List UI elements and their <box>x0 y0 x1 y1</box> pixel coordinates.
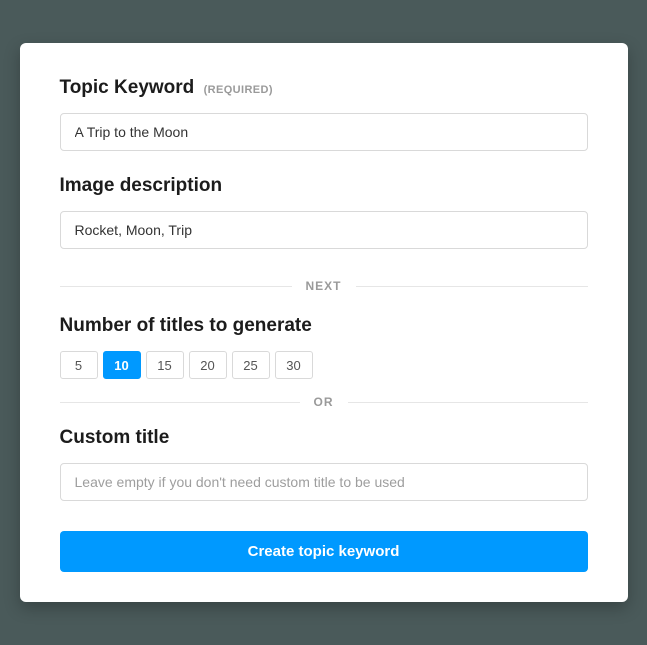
titles-count-group: Number of titles to generate 51015202530 <box>60 315 588 379</box>
titles-count-options: 51015202530 <box>60 351 588 379</box>
topic-keyword-input[interactable] <box>60 113 588 151</box>
titles-count-option-20[interactable]: 20 <box>189 351 227 379</box>
custom-title-label: Custom title <box>60 427 588 449</box>
create-topic-keyword-button[interactable]: Create topic keyword <box>60 531 588 572</box>
required-tag: (REQUIRED) <box>204 84 273 96</box>
topic-keyword-label-text: Topic Keyword <box>60 77 195 98</box>
image-description-label: Image description <box>60 175 588 197</box>
custom-title-input[interactable] <box>60 463 588 501</box>
topic-keyword-group: Topic Keyword (REQUIRED) <box>60 77 588 151</box>
image-description-group: Image description <box>60 175 588 249</box>
titles-count-option-15[interactable]: 15 <box>146 351 184 379</box>
titles-count-option-5[interactable]: 5 <box>60 351 98 379</box>
topic-keyword-label: Topic Keyword (REQUIRED) <box>60 77 588 99</box>
titles-count-option-30[interactable]: 30 <box>275 351 313 379</box>
or-divider: OR <box>60 395 588 409</box>
next-divider-label: NEXT <box>292 279 356 293</box>
or-divider-label: OR <box>300 395 348 409</box>
titles-count-option-25[interactable]: 25 <box>232 351 270 379</box>
custom-title-group: Custom title <box>60 427 588 501</box>
titles-count-option-10[interactable]: 10 <box>103 351 141 379</box>
next-divider: NEXT <box>60 279 588 293</box>
titles-count-label: Number of titles to generate <box>60 315 588 337</box>
image-description-input[interactable] <box>60 211 588 249</box>
form-card: Topic Keyword (REQUIRED) Image descripti… <box>20 43 628 602</box>
